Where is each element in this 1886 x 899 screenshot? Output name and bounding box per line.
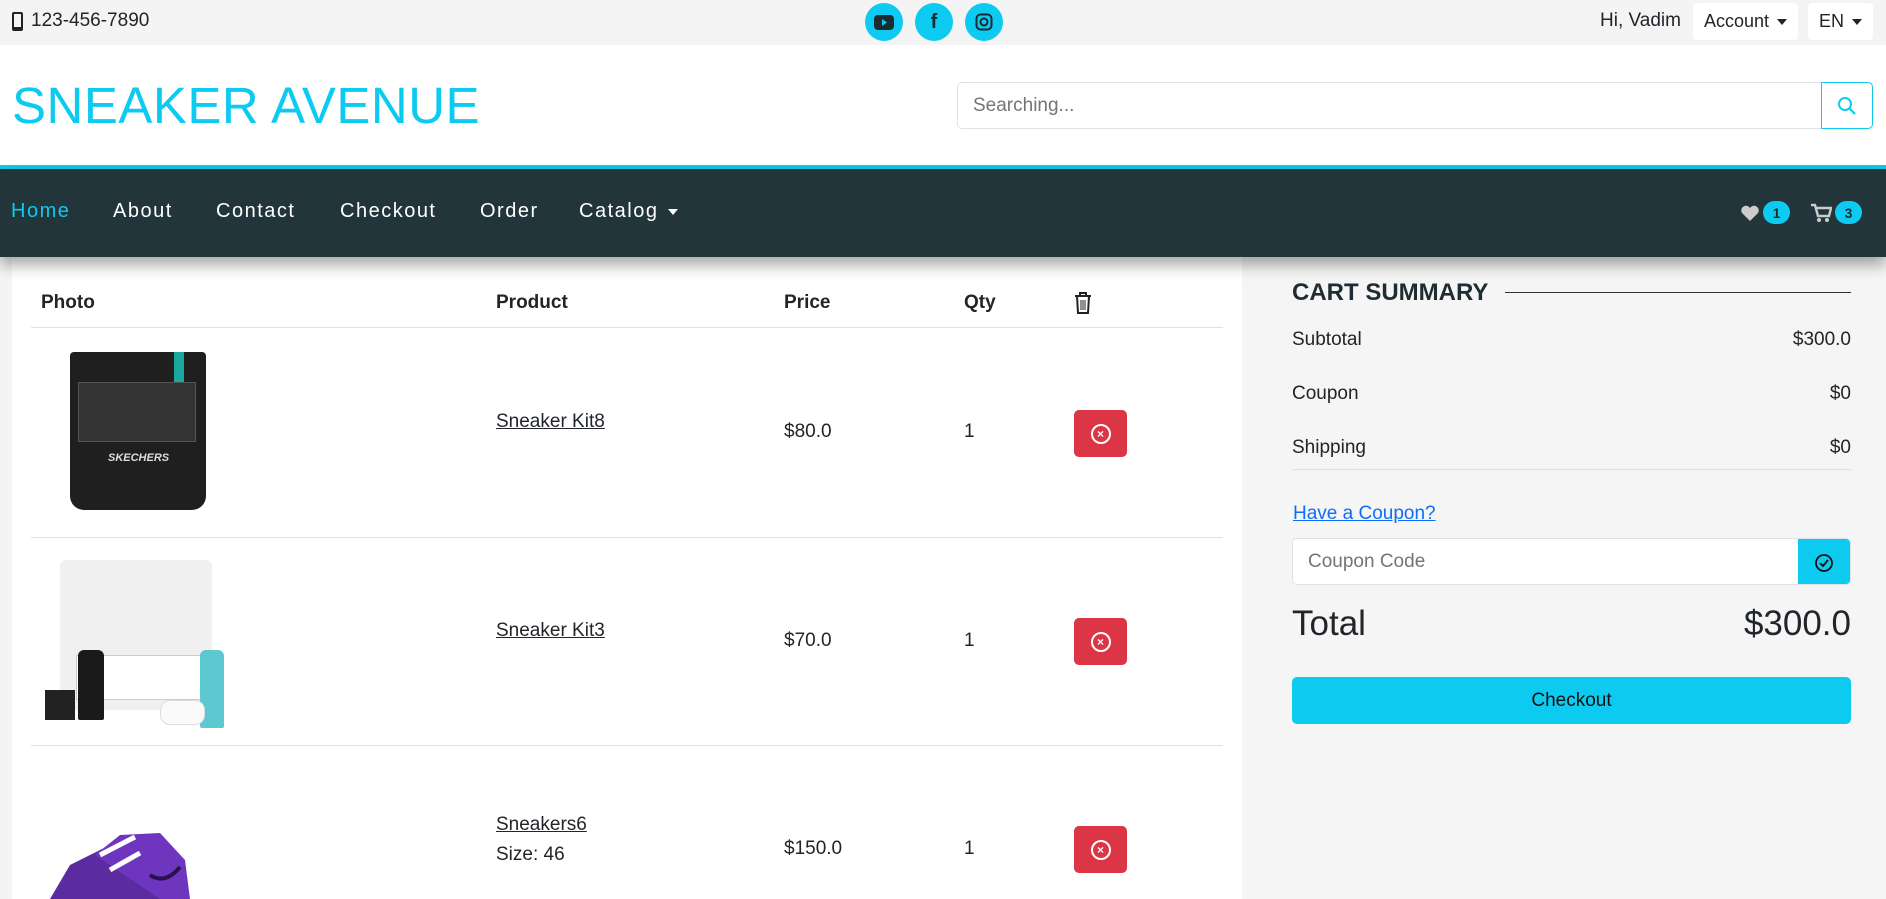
title-rule <box>1505 292 1851 293</box>
close-circle-icon: × <box>1090 423 1111 444</box>
phone-icon <box>12 11 23 31</box>
apply-coupon-button[interactable] <box>1798 539 1850 584</box>
coupon-group <box>1292 538 1851 585</box>
product-image: SKECHERS <box>70 352 206 510</box>
wishlist-badge: 1 <box>1763 201 1790 224</box>
nav-checkout[interactable]: Checkout <box>340 200 437 223</box>
logo[interactable]: SNEAKER AVENUE <box>12 76 480 135</box>
search-bar <box>957 82 1873 129</box>
product-image <box>40 825 230 899</box>
header-qty: Qty <box>964 292 996 313</box>
check-circle-icon <box>1815 553 1833 572</box>
product-size: Size: 46 <box>496 844 565 865</box>
cart-badge: 3 <box>1835 201 1862 224</box>
page-margin <box>0 257 12 899</box>
nav-catalog[interactable]: Catalog <box>579 200 679 223</box>
search-icon <box>1838 96 1856 115</box>
top-bar: 123-456-7890 f Hi, Vadim Account EN <box>0 0 1886 45</box>
trash-icon <box>1075 292 1091 314</box>
chevron-down-icon <box>1777 18 1788 25</box>
checkout-button[interactable]: Checkout <box>1292 677 1851 724</box>
heart-icon <box>1741 205 1759 221</box>
coupon-label: Coupon <box>1292 383 1359 404</box>
product-qty: 1 <box>964 421 975 442</box>
account-dropdown[interactable]: Account <box>1693 3 1799 40</box>
product-price: $80.0 <box>784 421 832 442</box>
cart-button[interactable]: 3 <box>1810 201 1862 224</box>
product-image <box>40 560 230 728</box>
catalog-label: Catalog <box>579 200 659 222</box>
coupon-row: Coupon $0 <box>1292 383 1851 405</box>
cart-icon <box>1811 203 1832 222</box>
remove-item-button[interactable]: × <box>1074 618 1127 665</box>
subtotal-value: $300.0 <box>1792 329 1851 350</box>
remove-item-button[interactable]: × <box>1074 826 1127 873</box>
nav-contact[interactable]: Contact <box>216 200 295 223</box>
product-qty: 1 <box>964 630 975 651</box>
header-price: Price <box>784 292 831 313</box>
total-label: Total <box>1292 604 1366 643</box>
search-button[interactable] <box>1821 82 1873 129</box>
search-input[interactable] <box>958 83 1818 128</box>
coupon-input[interactable] <box>1293 539 1793 584</box>
close-circle-icon: × <box>1090 631 1111 652</box>
total-row: Total $300.0 <box>1292 604 1851 644</box>
chevron-down-icon <box>1852 18 1863 25</box>
divider <box>31 745 1223 746</box>
nav-about[interactable]: About <box>113 200 173 223</box>
coupon-value: $0 <box>1829 383 1851 404</box>
divider <box>31 327 1223 328</box>
subtotal-row: Subtotal $300.0 <box>1292 329 1851 351</box>
account-label: Account <box>1704 11 1770 31</box>
main-nav: Home About Contact Checkout Order Catalo… <box>0 169 1886 257</box>
greeting: Hi, Vadim <box>1600 10 1681 31</box>
product-price: $150.0 <box>784 838 843 859</box>
nav-home[interactable]: Home <box>11 200 70 223</box>
language-dropdown[interactable]: EN <box>1808 3 1874 40</box>
youtube-icon[interactable] <box>865 3 903 41</box>
remove-item-button[interactable]: × <box>1074 410 1127 457</box>
close-circle-icon: × <box>1090 839 1111 860</box>
phone-number: 123-456-7890 <box>31 10 150 31</box>
chevron-down-icon <box>668 208 679 215</box>
facebook-icon[interactable]: f <box>915 3 953 41</box>
phone-contact: 123-456-7890 <box>12 10 149 32</box>
instagram-icon[interactable] <box>965 3 1003 41</box>
shipping-label: Shipping <box>1292 437 1366 458</box>
divider <box>31 537 1223 538</box>
product-price: $70.0 <box>784 630 832 651</box>
language-label: EN <box>1819 11 1845 31</box>
header-photo: Photo <box>41 292 95 313</box>
nav-order[interactable]: Order <box>480 200 539 223</box>
product-link[interactable]: Sneaker Kit3 <box>496 620 605 642</box>
divider <box>1292 469 1851 470</box>
have-coupon-link[interactable]: Have a Coupon? <box>1293 503 1436 525</box>
wishlist-button[interactable]: 1 <box>1740 201 1790 224</box>
header-product: Product <box>496 292 568 313</box>
product-link[interactable]: Sneakers6 <box>496 814 587 836</box>
subtotal-label: Subtotal <box>1292 329 1362 350</box>
shipping-value: $0 <box>1829 437 1851 458</box>
product-link[interactable]: Sneaker Kit8 <box>496 411 605 433</box>
shipping-row: Shipping $0 <box>1292 437 1851 459</box>
summary-title: CART SUMMARY <box>1292 279 1489 306</box>
product-qty: 1 <box>964 838 975 859</box>
total-value: $300.0 <box>1743 604 1851 643</box>
